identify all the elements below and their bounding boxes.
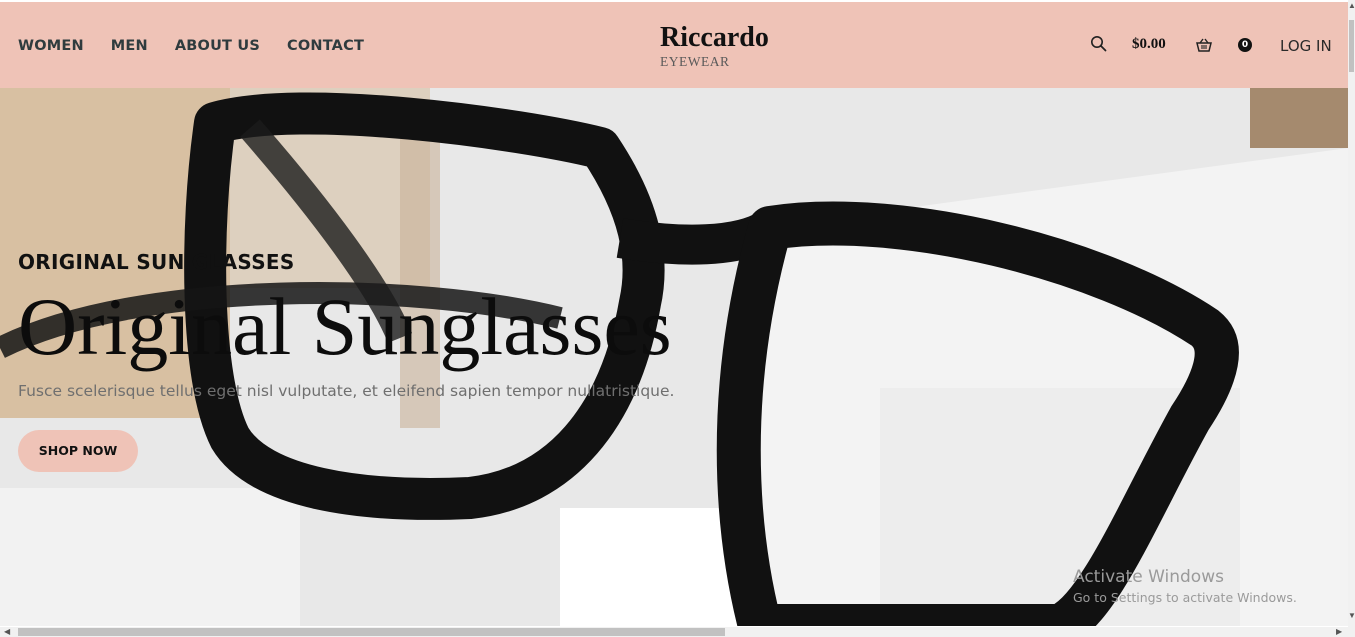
brand-name: Riccardo [660,22,769,53]
brand-logo[interactable]: Riccardo EYEWEAR [660,22,769,69]
horizontal-scroll-thumb[interactable] [18,628,725,636]
scroll-down-arrow-icon[interactable]: ▼ [1348,612,1355,620]
cart-count-badge[interactable]: 0 [1238,38,1252,52]
shop-now-button[interactable]: SHOP NOW [18,430,138,472]
scroll-left-arrow-icon[interactable]: ◀ [4,628,10,636]
nav-women-link[interactable]: WOMEN [18,38,84,54]
cart-total[interactable]: $0.00 [1132,36,1166,60]
hero-headline: Original Sunglasses [18,281,672,372]
horizontal-scrollbar[interactable]: ◀ ▶ [0,627,1348,637]
scroll-right-arrow-icon[interactable]: ▶ [1336,628,1342,636]
hero-banner: ORIGINAL SUN GLASSES Original Sunglasses… [0,88,1348,626]
basket-icon[interactable] [1196,37,1212,53]
main-nav: WOMEN MEN ABOUT US CONTACT [18,38,391,54]
scroll-up-arrow-icon[interactable]: ▲ [1348,2,1355,10]
nav-men-link[interactable]: MEN [111,38,148,54]
watermark-subtitle: Go to Settings to activate Windows. [1073,590,1297,605]
vertical-scroll-thumb[interactable] [1349,20,1354,72]
nav-about-link[interactable]: ABOUT US [175,38,260,54]
search-icon[interactable] [1090,35,1108,53]
hero-eyebrow: ORIGINAL SUN GLASSES [18,250,295,274]
login-link[interactable]: LOG IN [1280,37,1332,61]
activate-windows-watermark: Activate Windows Go to Settings to activ… [1073,566,1297,608]
nav-contact-link[interactable]: CONTACT [287,38,364,54]
watermark-title: Activate Windows [1073,567,1224,587]
brand-tagline: EYEWEAR [660,54,730,69]
hero-description: Fusce scelerisque tellus eget nisl vulpu… [18,382,675,400]
vertical-scrollbar[interactable]: ▲ ▼ [1348,0,1355,637]
